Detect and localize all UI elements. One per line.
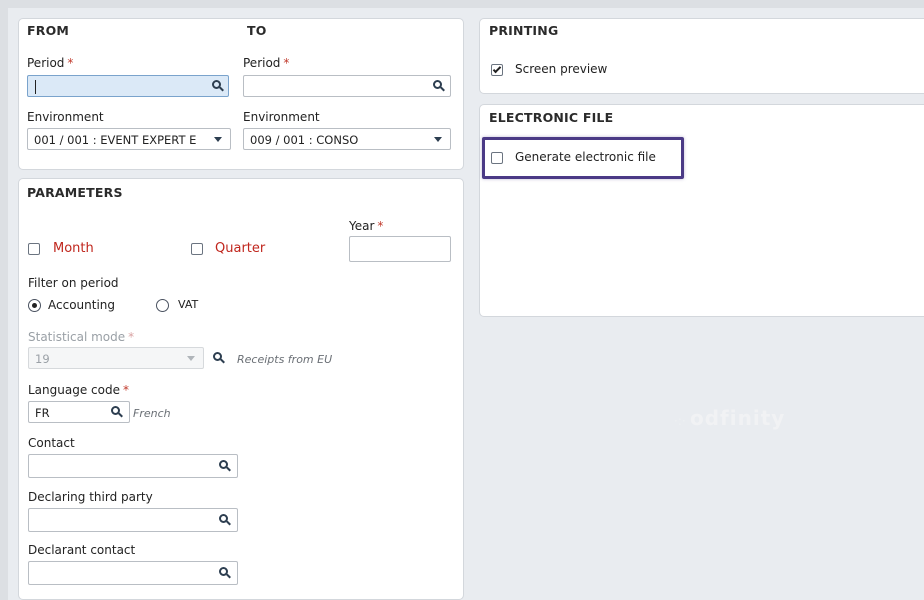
screen-preview-label[interactable]: Screen preview [515,62,607,76]
to-period-label: Period * [243,56,290,70]
statistical-mode-label: Statistical mode * [28,330,135,344]
highlight-box [482,137,684,179]
language-code-field[interactable]: FR [28,401,130,423]
to-period-field[interactable] [243,75,451,97]
month-label[interactable]: Month [53,241,94,256]
chevron-down-icon[interactable] [214,137,222,142]
printing-panel: PRINTING Screen preview [479,18,924,94]
to-environment-select[interactable]: 009 / 001 : CONSO [243,128,451,150]
electronic-file-title: ELECTRONIC FILE [489,110,614,125]
search-icon[interactable] [433,80,445,92]
chevron-down-icon [187,356,195,361]
watermark-dots: ·:· [674,414,686,428]
statistical-mode-value: 19 [35,352,50,366]
parameters-panel: PARAMETERS Year * Month Quarter Filter on… [18,178,464,600]
quarter-label[interactable]: Quarter [215,241,265,256]
statistical-mode-description: Receipts from EU [237,353,333,366]
contact-label: Contact [28,436,75,450]
from-environment-label: Environment [27,110,104,124]
declaring-third-party-field[interactable] [28,508,238,532]
quarter-checkbox[interactable] [191,243,203,255]
search-icon[interactable] [111,406,123,418]
to-title: TO [247,23,267,38]
window-frame-top [0,0,924,8]
text-caret [35,80,36,94]
declarant-contact-label: Declarant contact [28,543,136,557]
from-title: FROM [27,23,70,38]
to-environment-label: Environment [243,110,320,124]
from-period-label: Period * [27,56,74,70]
window-frame-left [0,0,8,600]
declaring-third-party-label: Declaring third party [28,490,153,504]
language-code-description: French [133,407,171,420]
screen-preview-checkbox[interactable] [491,64,503,76]
accounting-radio[interactable] [28,299,41,312]
contact-field[interactable] [28,454,238,478]
from-to-panel: FROM TO Period * Period * Environment 001 … [18,18,464,170]
watermark-logo: odfinity [690,406,786,430]
year-label: Year * [349,219,384,233]
accounting-radio-label[interactable]: Accounting [48,298,115,312]
filter-on-period-label: Filter on period [28,276,119,290]
from-environment-select[interactable]: 001 / 001 : EVENT EXPERT E [27,128,231,150]
language-code-value: FR [35,406,50,420]
search-icon[interactable] [212,80,224,92]
chevron-down-icon[interactable] [434,137,442,142]
search-icon[interactable] [219,460,231,472]
vat-radio-label[interactable]: VAT [178,298,198,311]
parameters-title: PARAMETERS [27,185,123,200]
year-field[interactable] [349,236,451,262]
to-environment-value: 009 / 001 : CONSO [250,133,359,147]
search-icon[interactable] [219,567,231,579]
statistical-mode-field: 19 [28,347,204,369]
search-icon[interactable] [219,514,231,526]
vat-radio[interactable] [156,299,169,312]
printing-title: PRINTING [489,23,559,38]
from-period-field[interactable] [27,75,229,97]
electronic-file-panel: ELECTRONIC FILE Generate electronic file [479,104,924,317]
declarant-contact-field[interactable] [28,561,238,585]
from-environment-value: 001 / 001 : EVENT EXPERT E [34,133,197,147]
language-code-label: Language code * [28,383,129,397]
search-icon [213,352,225,364]
month-checkbox[interactable] [28,243,40,255]
